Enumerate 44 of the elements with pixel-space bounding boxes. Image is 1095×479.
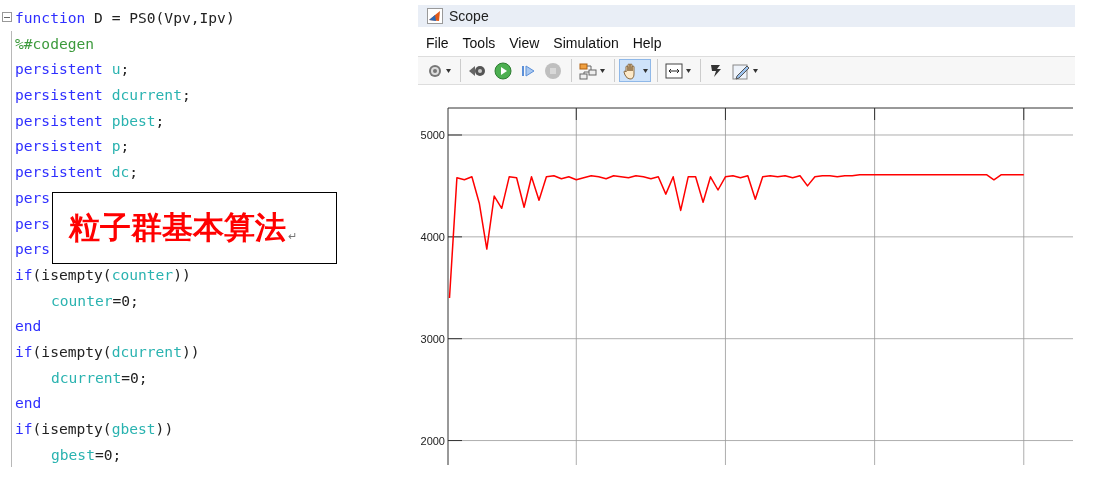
fold-toggle[interactable]	[2, 12, 12, 22]
caret-icon	[753, 68, 758, 73]
stop-icon	[544, 61, 562, 80]
fit-icon	[665, 62, 683, 79]
window-title: Scope	[449, 8, 489, 24]
menu-item[interactable]: Tools	[456, 35, 504, 51]
caret-icon	[600, 68, 605, 73]
code-line: persistent dc;	[15, 162, 139, 183]
code-line: end	[15, 393, 42, 414]
code-line: gbest=0;	[50, 444, 122, 465]
blocks-icon	[579, 61, 597, 80]
caret-icon	[446, 68, 451, 73]
axis-label: 5000	[420, 129, 445, 141]
code-line: persistent p;	[15, 136, 130, 157]
caret-icon	[686, 68, 691, 73]
axis-label: 3000	[420, 332, 445, 345]
pen-icon	[732, 61, 750, 80]
axis-label: 4000	[420, 230, 445, 243]
play-icon	[494, 61, 512, 80]
heading-text: 粒子群基本算法	[69, 208, 286, 247]
menu-item[interactable]: Simulation	[547, 35, 627, 51]
code-line: persistent dcurrent;	[15, 85, 191, 106]
code-line: if(isempty(gbest))	[15, 419, 174, 439]
gear-icon	[427, 62, 443, 79]
menu-item[interactable]: View	[503, 35, 548, 51]
code-line: persistent pbest;	[15, 110, 165, 131]
code-line: if(isempty(counter))	[15, 264, 191, 285]
code-line: function D = PS0(Vpv,Ipv)	[15, 8, 235, 28]
code-line: pers	[15, 187, 51, 208]
paragraph-mark: ↵	[288, 230, 297, 243]
menu-item[interactable]: File	[420, 35, 457, 51]
code-line: pers	[15, 239, 51, 260]
code-line: %#codegen	[15, 33, 95, 54]
code-line: dcurrent=0;	[50, 367, 148, 388]
menu-item[interactable]: Help	[626, 35, 670, 51]
step-forward-icon	[520, 62, 536, 79]
app-icon	[427, 8, 443, 24]
caret-icon	[643, 68, 648, 73]
code-line: pers	[15, 213, 51, 234]
code-line: persistent u;	[15, 59, 130, 80]
code-line: counter=0;	[50, 290, 139, 311]
code-line: if(isempty(dcurrent))	[15, 341, 200, 362]
axis-label: 2000	[420, 434, 445, 447]
code-line: end	[15, 316, 42, 337]
